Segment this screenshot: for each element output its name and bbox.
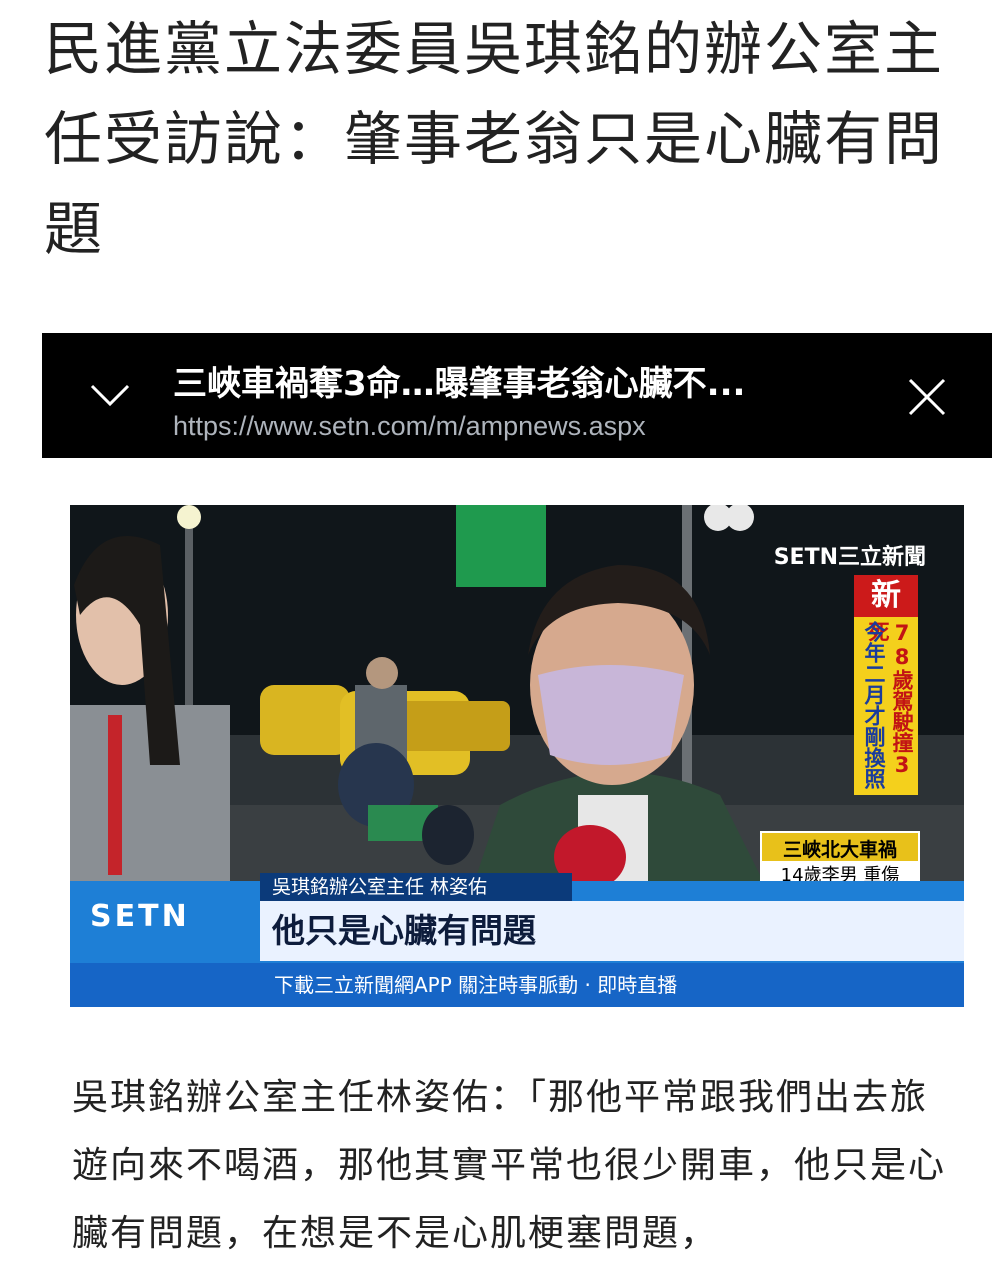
news-ticker: 下載三立新聞網APP 關注時事脈動 · 即時直播 xyxy=(70,963,964,1007)
amp-link-url[interactable]: https://www.setn.com/m/ampnews.aspx xyxy=(173,411,873,442)
lower-third: SETN 吳琪銘辦公室主任 林姿佑 他只是心臟有問題 下載三立新聞網APP 關注… xyxy=(70,873,964,1007)
chevron-down-icon[interactable] xyxy=(88,380,132,410)
close-icon[interactable] xyxy=(904,374,950,420)
setn-logo: SETN xyxy=(90,899,190,934)
article-headline: 民進黨立法委員吳琪銘的辦公室主任受訪說：肇事老翁只是心臟有問題 xyxy=(44,15,945,263)
vertical-headline-strip: 78歲駕駛撞3死 今年二月才剛換照 xyxy=(854,617,918,795)
news-video-still[interactable]: SETN三立新聞 新 78歲駕駛撞3死 今年二月才剛換照 三峽北大車禍 14歲李… xyxy=(70,505,964,1007)
vertical-headline-blue: 今年二月才剛換照 xyxy=(862,621,886,789)
new-badge: 新 xyxy=(854,575,918,617)
location-caption-title: 三峽北大車禍 xyxy=(782,839,897,861)
quote-caption: 他只是心臟有問題 xyxy=(260,901,964,961)
speaker-name-caption: 吳琪銘辦公室主任 林姿佑 xyxy=(260,873,572,901)
article-body-paragraph: 吳琪銘辦公室主任林姿佑：「那他平常跟我們出去旅遊向來不喝酒，那他其實平常也很少開… xyxy=(72,1077,947,1254)
amp-link-title[interactable]: 三峽車禍奪3命…曝肇事老翁心臟不... xyxy=(173,356,873,405)
vertical-headline-red: 78歲駕駛撞3死 xyxy=(866,621,914,777)
channel-logo: SETN三立新聞 xyxy=(773,545,926,570)
